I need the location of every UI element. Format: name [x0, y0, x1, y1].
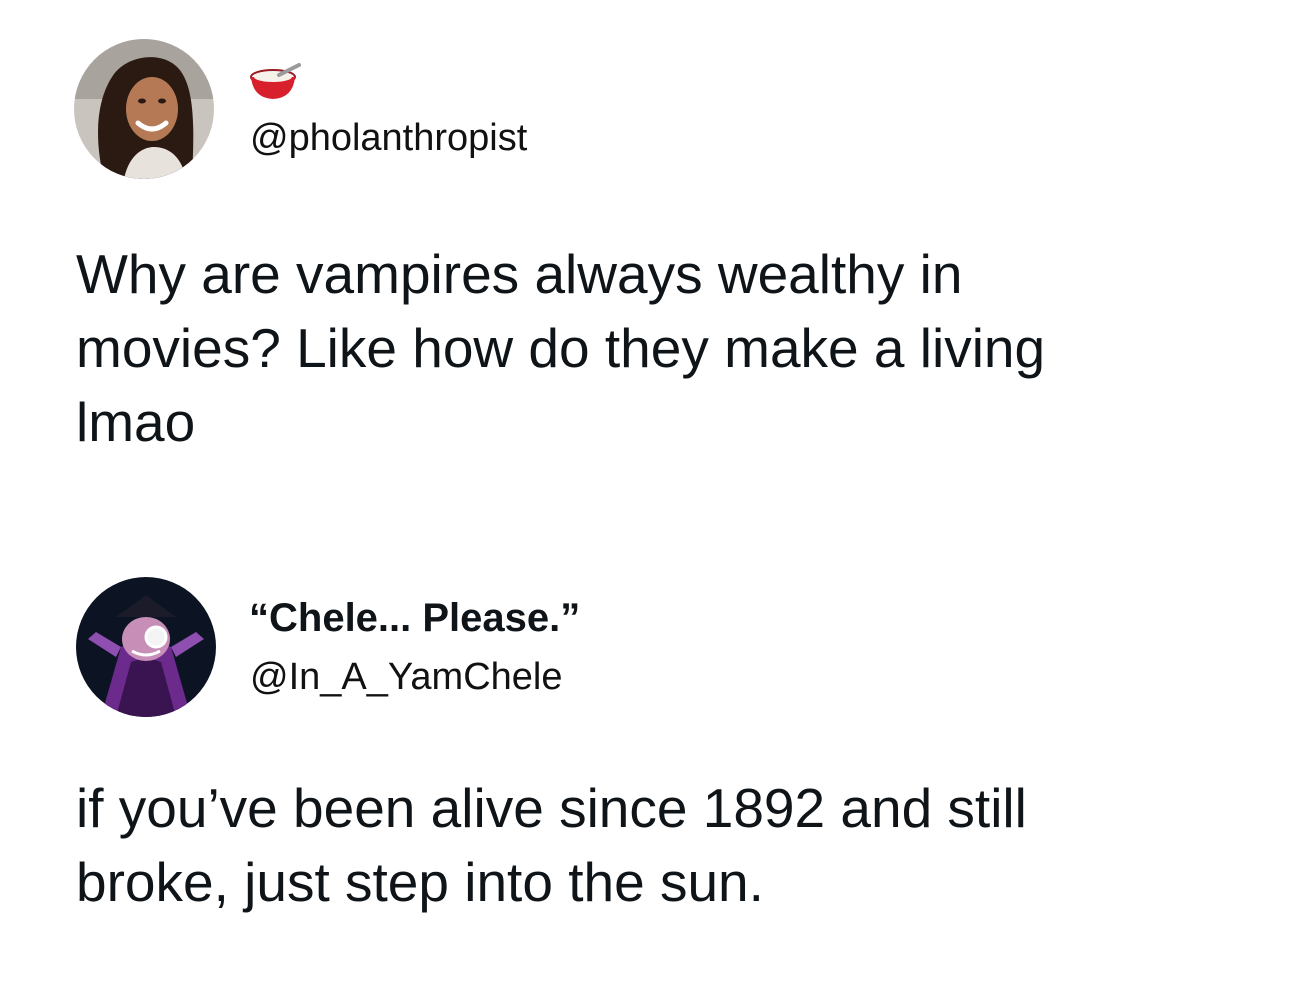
avatar[interactable]	[74, 39, 214, 179]
tweet-text: Why are vampires always wealthy in movie…	[76, 237, 1256, 459]
tweet-text-line: Why are vampires always wealthy in	[76, 243, 963, 305]
cartoon-character-icon	[76, 577, 216, 717]
bowl-icon	[249, 62, 301, 102]
user-handle[interactable]: @pholanthropist	[250, 115, 527, 161]
avatar[interactable]	[76, 577, 216, 717]
user-handle[interactable]: @In_A_YamChele	[250, 654, 562, 700]
tweet-text-line: lmao	[76, 391, 196, 453]
tweet-text-line: if you’ve been alive since 1892 and stil…	[76, 777, 1027, 839]
tweet: @pholanthropist Why are vampires always …	[0, 0, 1300, 520]
tweet-text-line: broke, just step into the sun.	[76, 851, 764, 913]
tweet-text: if you’ve been alive since 1892 and stil…	[76, 771, 1256, 919]
tweet-text-line: movies? Like how do they make a living	[76, 317, 1046, 379]
display-name[interactable]: “Chele... Please.”	[249, 594, 580, 642]
tweet: “Chele... Please.” @In_A_YamChele if you…	[0, 540, 1300, 997]
user-photo-icon	[74, 39, 214, 179]
